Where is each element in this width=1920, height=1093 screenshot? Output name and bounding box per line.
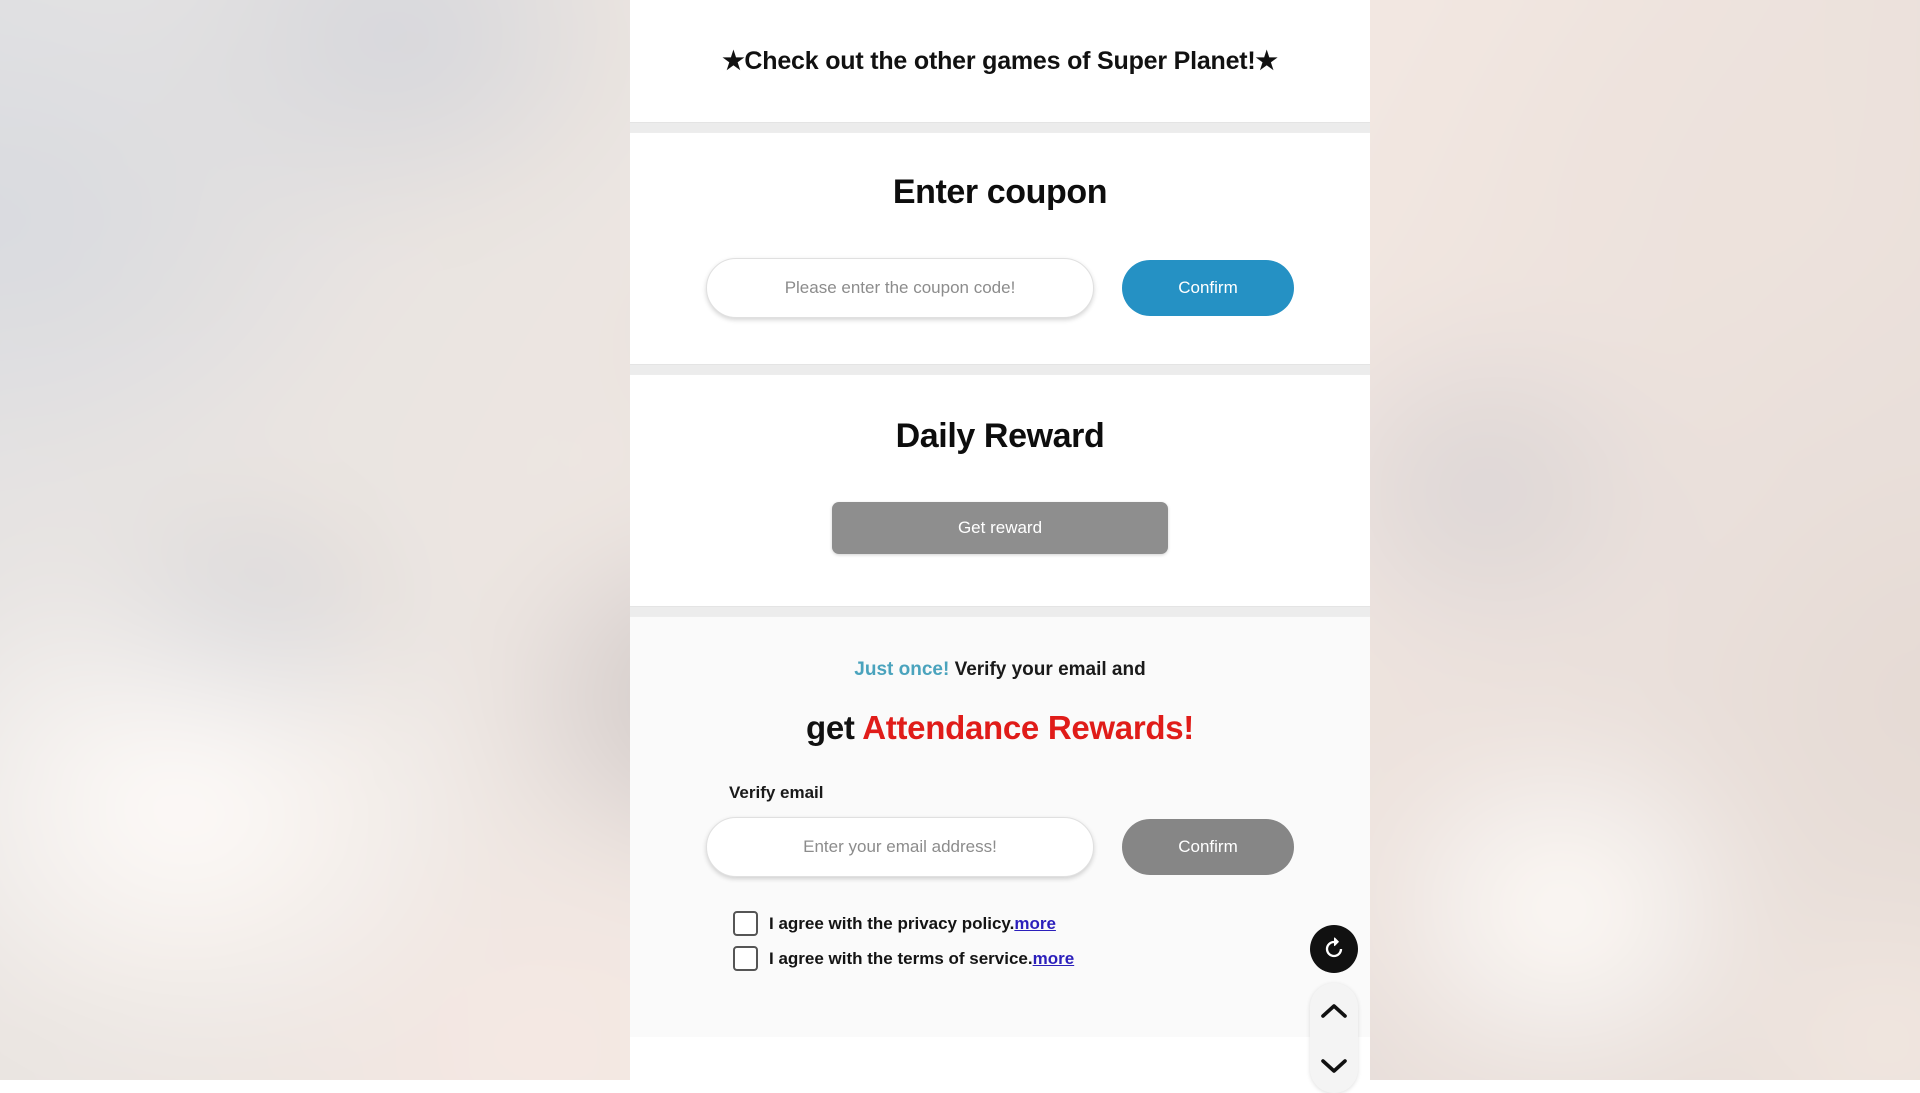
- privacy-policy-more-link[interactable]: more: [1014, 914, 1056, 933]
- coupon-title: Enter coupon: [630, 173, 1370, 212]
- coupon-confirm-button[interactable]: Confirm: [1122, 260, 1294, 316]
- privacy-policy-agreement-row: I agree with the privacy policy.more: [733, 911, 1370, 936]
- privacy-policy-checkbox[interactable]: [733, 911, 758, 936]
- daily-reward-title: Daily Reward: [630, 417, 1370, 456]
- refresh-button[interactable]: [1310, 925, 1358, 973]
- email-tagline-rest: Verify your email and: [955, 659, 1146, 680]
- email-confirm-button[interactable]: Confirm: [1122, 819, 1294, 875]
- section-divider: [630, 122, 1370, 133]
- chevron-down-icon: [1320, 1057, 1348, 1075]
- privacy-policy-text: I agree with the privacy policy.: [769, 914, 1014, 933]
- email-address-input[interactable]: [706, 817, 1094, 877]
- email-headline: get Attendance Rewards!: [630, 709, 1370, 747]
- app-panel: ★Check out the other games of Super Plan…: [630, 0, 1370, 1080]
- agreements-group: I agree with the privacy policy.more I a…: [630, 911, 1370, 971]
- email-tagline: Just once! Verify your email and: [630, 659, 1370, 681]
- email-headline-highlight: Attendance Rewards!: [862, 709, 1194, 746]
- email-verification-section: Just once! Verify your email and get Att…: [630, 617, 1370, 1037]
- scroll-up-button[interactable]: [1320, 1002, 1348, 1020]
- scroll-control-pill: [1310, 983, 1358, 1093]
- terms-of-service-checkbox[interactable]: [733, 946, 758, 971]
- section-divider: [630, 364, 1370, 375]
- promo-banner-text: ★Check out the other games of Super Plan…: [722, 46, 1278, 76]
- verify-email-label: Verify email: [630, 783, 1370, 803]
- daily-reward-button-row: Get reward: [630, 502, 1370, 554]
- section-divider: [630, 606, 1370, 617]
- terms-of-service-text: I agree with the terms of service.: [769, 949, 1033, 968]
- terms-of-service-more-link[interactable]: more: [1033, 949, 1075, 968]
- chevron-up-icon: [1320, 1002, 1348, 1020]
- scroll-down-button[interactable]: [1320, 1057, 1348, 1075]
- email-headline-prefix: get: [806, 709, 855, 746]
- privacy-policy-label: I agree with the privacy policy.more: [769, 914, 1056, 934]
- email-field-row: Confirm: [630, 817, 1370, 877]
- terms-of-service-agreement-row: I agree with the terms of service.more: [733, 946, 1370, 971]
- terms-of-service-label: I agree with the terms of service.more: [769, 949, 1074, 969]
- email-tagline-accent: Just once!: [854, 659, 949, 680]
- get-reward-button[interactable]: Get reward: [832, 502, 1168, 554]
- coupon-field-row: Confirm: [630, 258, 1370, 318]
- refresh-icon: [1320, 935, 1348, 963]
- promo-banner[interactable]: ★Check out the other games of Super Plan…: [630, 0, 1370, 122]
- daily-reward-section: Daily Reward Get reward: [630, 375, 1370, 606]
- coupon-code-input[interactable]: [706, 258, 1094, 318]
- coupon-section: Enter coupon Confirm: [630, 133, 1370, 364]
